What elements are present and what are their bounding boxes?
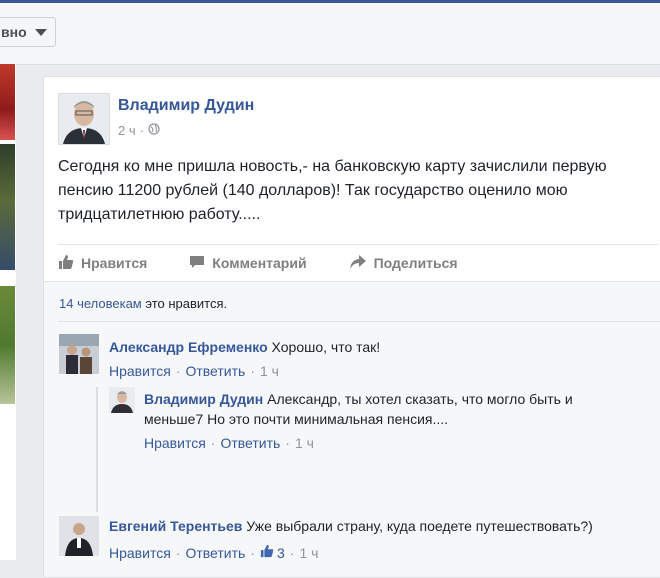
comment-separator: · — [250, 544, 255, 561]
comment-separator: · — [285, 435, 290, 451]
comment-reply-link[interactable]: Ответить — [185, 363, 245, 379]
sort-dropdown-label: вно — [1, 24, 27, 40]
comment-actions: Нравится · Ответить · 3 · 1 ч — [109, 544, 318, 561]
post-meta: 2 ч · — [118, 123, 160, 138]
post-actions: Нравится Комментарий Поделиться — [58, 244, 658, 281]
comment-text: Владимир Дудин Александр, ты хотел сказа… — [144, 389, 624, 429]
comment-timestamp[interactable]: 1 ч — [260, 363, 279, 379]
comment-author-name[interactable]: Евгений Терентьев — [109, 518, 242, 534]
like-button-label: Нравится — [81, 255, 148, 271]
comment-text: Евгений Терентьев Уже выбрали страну, ку… — [109, 516, 660, 536]
comment-separator: · — [289, 544, 295, 561]
comment-separator: · — [175, 363, 181, 379]
avatar[interactable] — [59, 516, 99, 556]
thumbs-up-icon — [58, 254, 74, 273]
avatar[interactable] — [58, 93, 110, 145]
comment-icon — [189, 254, 205, 273]
comment-button-label: Комментарий — [212, 255, 307, 271]
comment-author-name[interactable]: Владимир Дудин — [144, 391, 263, 407]
left-photo-strip — [0, 64, 16, 560]
comment-separator: · — [175, 544, 181, 561]
comment-like-link[interactable]: Нравится — [109, 545, 171, 561]
likes-summary: 14 человекам это нравится. — [59, 296, 227, 311]
share-button[interactable]: Поделиться — [349, 254, 458, 273]
thumbs-up-icon — [260, 544, 274, 561]
comment-text: Александр Ефременко Хорошо, что так! — [109, 337, 649, 357]
post-timestamp[interactable]: 2 ч — [118, 123, 136, 138]
comment-body: Хорошо, что так! — [267, 339, 381, 355]
photo-thumbnail[interactable] — [0, 286, 15, 404]
divider — [58, 321, 660, 322]
comment-separator: · — [210, 435, 216, 451]
photo-thumbnail[interactable] — [0, 64, 15, 140]
comment-timestamp[interactable]: 1 ч — [299, 545, 318, 561]
post-text: Сегодня ко мне пришла новость,- на банко… — [58, 158, 607, 223]
sort-dropdown[interactable]: вно — [0, 17, 56, 47]
comment-actions: Нравится · Ответить · 1 ч — [109, 363, 279, 379]
post-card: Владимир Дудин 2 ч · Сегодня ко мне приш… — [43, 76, 660, 578]
brand-strip — [0, 0, 660, 3]
comment-timestamp[interactable]: 1 ч — [295, 435, 314, 451]
comment-separator: · — [250, 363, 255, 379]
comment-reply-link[interactable]: Ответить — [185, 545, 245, 561]
avatar[interactable] — [109, 387, 135, 413]
comment-like-count[interactable]: 3 — [260, 544, 285, 561]
likes-count-link[interactable]: 14 человекам — [59, 296, 142, 311]
comment-reply-link[interactable]: Ответить — [220, 435, 280, 451]
comment-like-link[interactable]: Нравится — [109, 363, 171, 379]
avatar[interactable] — [59, 334, 99, 374]
caret-down-icon — [35, 29, 47, 36]
comment-body: Уже выбрали страну, куда поедете путешес… — [242, 518, 593, 534]
photo-thumbnail[interactable] — [0, 144, 15, 270]
comment-actions: Нравится · Ответить · 1 ч — [144, 435, 314, 451]
comments-section: 14 человекам это нравится. Александр Ефр… — [44, 281, 660, 577]
comment-button[interactable]: Комментарий — [189, 254, 307, 273]
likes-suffix: это нравится. — [141, 296, 228, 311]
reply-thread-line — [96, 387, 98, 512]
post-author-name[interactable]: Владимир Дудин — [118, 97, 254, 115]
comment-like-link[interactable]: Нравится — [144, 435, 206, 451]
comment-author-name[interactable]: Александр Ефременко — [109, 339, 268, 355]
share-button-label: Поделиться — [373, 255, 458, 271]
like-button[interactable]: Нравится — [58, 254, 147, 273]
comment-like-count-value: 3 — [276, 544, 285, 561]
top-bar: вно — [0, 0, 660, 65]
meta-separator: · — [139, 123, 144, 138]
share-arrow-icon — [349, 254, 367, 273]
globe-icon — [148, 123, 160, 138]
